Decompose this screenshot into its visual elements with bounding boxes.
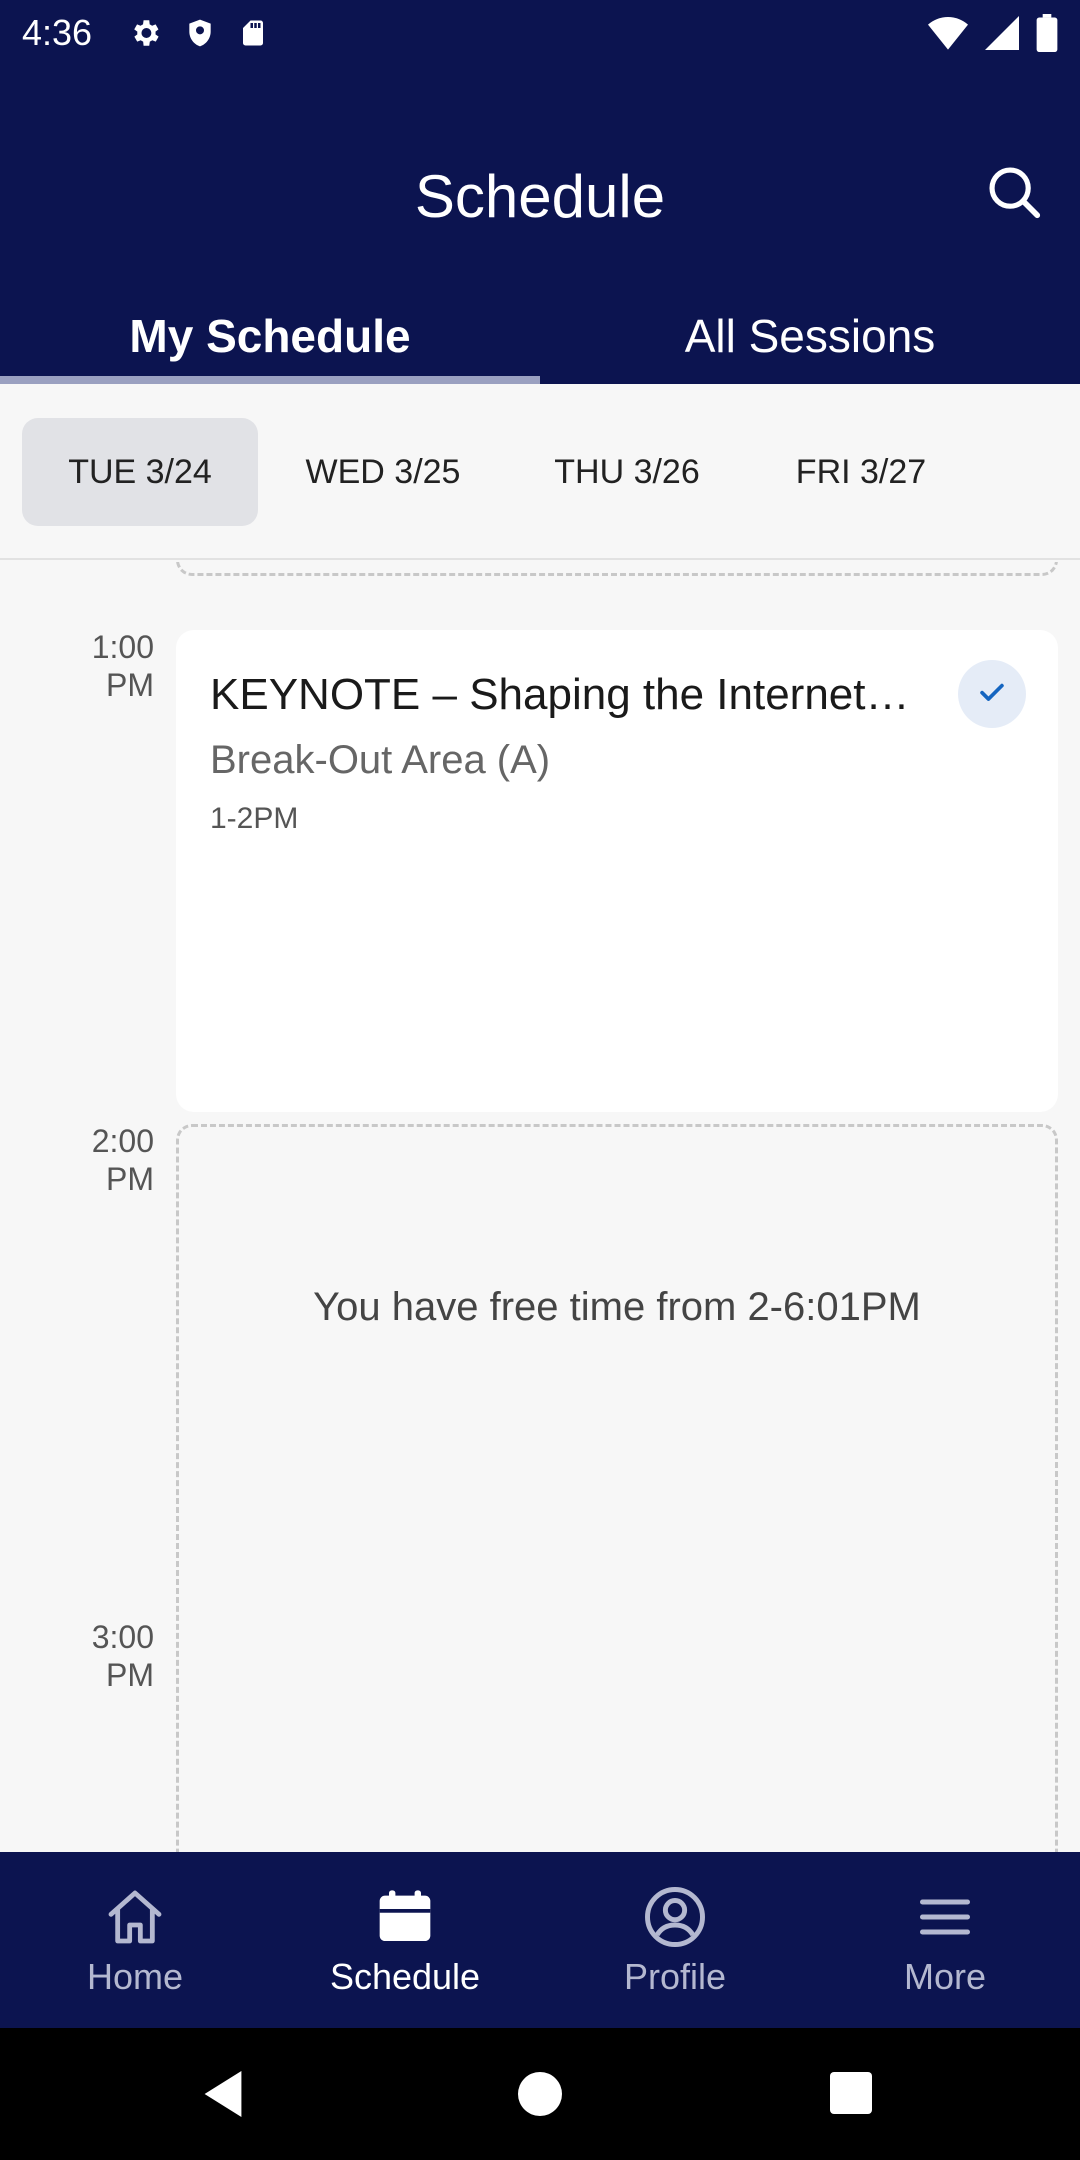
status-time: 4:36 — [22, 12, 93, 53]
nav-label: More — [903, 1956, 987, 1997]
date-selector: TUE 3/24 WED 3/25 THU 3/26 FRI 3/27 — [0, 384, 1080, 560]
battery-icon — [1036, 14, 1058, 57]
time-period: PM — [106, 1657, 154, 1693]
nav-home[interactable]: Home — [0, 1852, 270, 2028]
free-time-slot-previous[interactable] — [176, 562, 1058, 576]
nav-profile[interactable]: Profile — [540, 1852, 810, 2028]
schedule-tabs: My Schedule All Sessions — [0, 288, 1080, 384]
recents-icon[interactable] — [830, 2072, 872, 2114]
session-title: KEYNOTE – Shaping the Internet… — [210, 670, 910, 719]
time-label-2pm: 2:00 PM — [44, 1122, 154, 1198]
time-period: PM — [106, 1161, 154, 1197]
time-hour: 1:00 — [91, 629, 154, 665]
status-bar: 4:36 — [0, 0, 1080, 66]
nav-schedule[interactable]: Schedule — [270, 1852, 540, 2028]
time-period: PM — [106, 667, 154, 703]
app-bar: Schedule My Schedule All Sessions — [0, 66, 1080, 384]
added-to-schedule-toggle[interactable] — [958, 660, 1026, 728]
gear-icon — [128, 16, 162, 55]
search-button[interactable] — [978, 158, 1050, 230]
back-icon[interactable] — [200, 2068, 246, 2125]
signal-icon — [984, 16, 1020, 55]
schedule-timeline[interactable]: 1:00 PM KEYNOTE – Shaping the Internet… … — [0, 562, 1080, 1852]
shield-icon — [184, 16, 216, 55]
tab-my-schedule[interactable]: My Schedule — [0, 288, 540, 384]
system-navigation-bar — [0, 2028, 1080, 2160]
page-title: Schedule — [414, 163, 666, 230]
session-time: 1-2PM — [210, 802, 299, 835]
bottom-navigation: Home Schedule Profile More — [0, 1852, 1080, 2028]
sd-card-icon — [238, 16, 268, 55]
time-hour: 2:00 — [91, 1123, 154, 1159]
nav-more[interactable]: More — [810, 1852, 1080, 2028]
tab-all-sessions[interactable]: All Sessions — [540, 288, 1080, 384]
status-icons-right — [928, 14, 1058, 57]
nav-label: Profile — [623, 1956, 727, 1997]
free-time-slot[interactable]: You have free time from 2-6:01PM — [176, 1124, 1058, 1852]
menu-icon — [915, 1882, 975, 1952]
home-icon — [101, 1882, 169, 1952]
home-button-icon[interactable] — [518, 2072, 562, 2116]
date-chip-wed[interactable]: WED 3/25 — [268, 418, 498, 526]
time-label-3pm: 3:00 PM — [44, 1618, 154, 1694]
search-icon — [983, 161, 1045, 228]
date-chip-tue[interactable]: TUE 3/24 — [22, 418, 258, 526]
nav-label: Home — [86, 1956, 184, 1997]
date-chip-thu[interactable]: THU 3/26 — [512, 418, 742, 526]
nav-label: Schedule — [329, 1956, 481, 1997]
time-label-1pm: 1:00 PM — [44, 628, 154, 704]
status-icons-left — [128, 16, 268, 55]
session-location: Break-Out Area (A) — [210, 738, 551, 782]
calendar-icon — [373, 1882, 437, 1952]
wifi-icon — [928, 16, 968, 55]
check-icon — [975, 675, 1009, 714]
session-card[interactable]: KEYNOTE – Shaping the Internet… Break-Ou… — [176, 630, 1058, 1112]
free-time-text: You have free time from 2-6:01PM — [313, 1285, 921, 1329]
profile-icon — [642, 1882, 708, 1952]
date-chip-fri[interactable]: FRI 3/27 — [746, 418, 976, 526]
time-hour: 3:00 — [91, 1619, 154, 1655]
